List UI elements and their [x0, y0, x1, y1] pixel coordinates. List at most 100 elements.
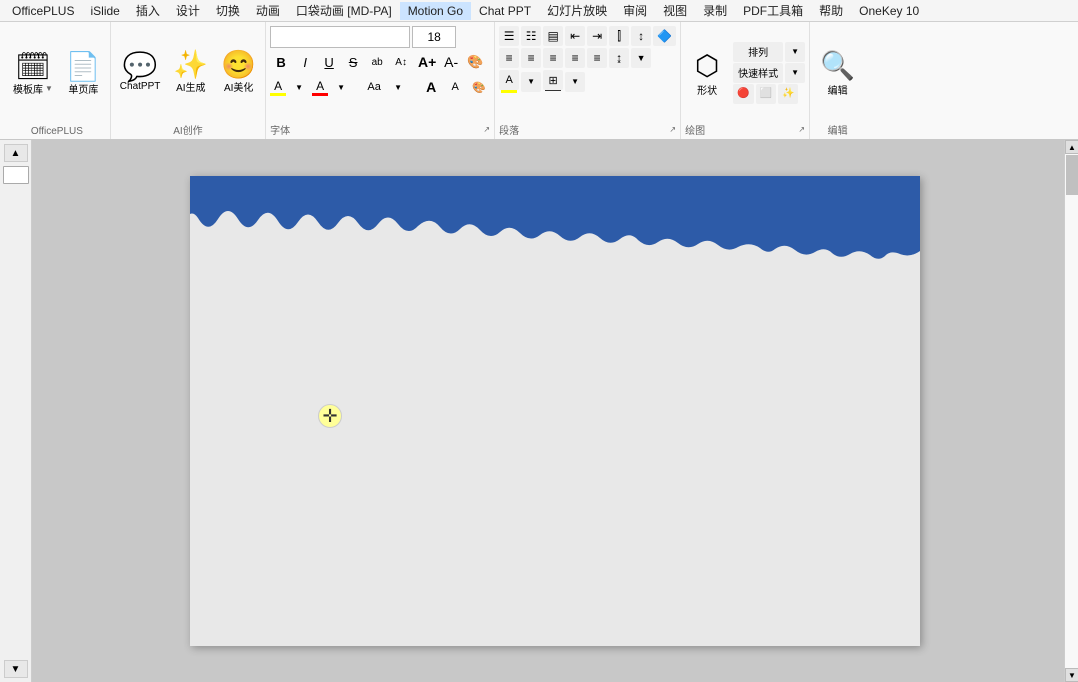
font-size-input[interactable]	[412, 26, 456, 48]
ai-beauty-icon: 😊	[221, 51, 256, 79]
scroll-thumb[interactable]	[1066, 155, 1078, 195]
scroll-down-btn[interactable]: ▼	[1065, 668, 1078, 682]
text-dir-btn[interactable]: ↕	[631, 26, 651, 46]
align-justify-btn[interactable]: ≡	[565, 48, 585, 68]
ai-gen-btn[interactable]: ✨ AI生成	[168, 48, 213, 97]
new-slide-btn[interactable]: 🗓 模板库 ▼	[8, 50, 58, 99]
menu-record[interactable]: 录制	[695, 0, 735, 21]
para-group-title: 段落	[499, 122, 519, 137]
single-page-icon: 📄	[66, 53, 101, 81]
case-btn[interactable]: A↕	[390, 51, 412, 73]
group-officeplus: 🗓 模板库 ▼ 📄 单页库 OfficePLUS	[4, 22, 111, 139]
font-color2-btn[interactable]: 🎨	[468, 76, 490, 98]
bold-btn[interactable]: B	[270, 51, 292, 73]
new-slide-icon: 🗓	[15, 53, 51, 81]
slide-canvas[interactable]: ✛	[190, 176, 920, 646]
menu-islide[interactable]: iSlide	[82, 2, 127, 20]
shape-btn[interactable]: ⬡ 形状	[685, 46, 729, 100]
slide-thumb-1[interactable]	[3, 166, 29, 184]
font-color-dropdown-btn[interactable]: ▼	[330, 76, 352, 98]
font-increase2-btn[interactable]: A	[420, 76, 442, 98]
menu-onekey[interactable]: OneKey 10	[851, 2, 927, 20]
edit-search-icon: 🔍	[820, 49, 855, 82]
menu-pocket-anim[interactable]: 口袋动画 [MD-PA]	[288, 0, 400, 21]
font-decrease2-btn[interactable]: A	[444, 76, 466, 98]
list-bullet-btn[interactable]: ☰	[499, 26, 519, 46]
font-group-expand[interactable]: ↗	[483, 125, 490, 134]
chatppt-btn[interactable]: 💬 ChatPPT	[115, 50, 166, 95]
menu-help[interactable]: 帮助	[811, 0, 851, 21]
highlight-color-group[interactable]: A	[270, 79, 286, 96]
list-multi-btn[interactable]: ▤	[543, 26, 563, 46]
para-more-btn[interactable]: ▼	[631, 48, 651, 68]
shape-outline-btn[interactable]: ⬜	[756, 84, 776, 104]
align-center-btn[interactable]: ≡	[521, 48, 541, 68]
scroll-up-btn[interactable]: ▲	[1065, 140, 1078, 154]
scroll-track	[1065, 154, 1078, 668]
slide-nav: ▲	[4, 144, 28, 162]
ai-gen-icon: ✨	[173, 51, 208, 79]
blue-torn-shape	[190, 176, 920, 296]
font-size-increase-btn[interactable]: A+	[416, 51, 438, 73]
draw-row2: 快速样式 ▼	[733, 63, 805, 83]
font-row1	[270, 26, 456, 48]
char-spacing-btn[interactable]: ab	[366, 51, 388, 73]
align-right-btn[interactable]: ≡	[543, 48, 563, 68]
border-dropdown-btn[interactable]: ▼	[565, 72, 585, 92]
shape-effect-btn[interactable]: ✨	[778, 84, 798, 104]
single-page-btn[interactable]: 📄 单页库	[61, 50, 106, 99]
menu-motion-go[interactable]: Motion Go	[400, 2, 471, 20]
align-left-btn[interactable]: ≡	[499, 48, 519, 68]
menu-design[interactable]: 设计	[168, 0, 208, 21]
quick-style-dropdown-btn[interactable]: ▼	[785, 63, 805, 83]
clear-format-btn[interactable]: 🎨	[464, 51, 486, 73]
slide-up-btn[interactable]: ▲	[4, 144, 28, 162]
smartart-btn[interactable]: 🔷	[653, 26, 676, 46]
shading-dropdown-btn[interactable]: ▼	[521, 72, 541, 92]
menu-officeplus[interactable]: OfficePLUS	[4, 2, 82, 20]
para-row3: A ▼ ⊞ ▼	[499, 70, 585, 93]
border-btn[interactable]: ⊞	[543, 70, 563, 90]
ai-beauty-btn[interactable]: 😊 AI美化	[216, 48, 261, 97]
menu-insert[interactable]: 插入	[128, 0, 168, 21]
indent-increase-btn[interactable]: ⇥	[587, 26, 607, 46]
font-dropdown-btn[interactable]: ▼	[387, 76, 409, 98]
ai-beauty-label: AI美化	[224, 79, 253, 94]
draw-group-expand[interactable]: ↗	[798, 125, 805, 134]
menu-transition[interactable]: 切换	[208, 0, 248, 21]
move-cursor: ✛	[318, 404, 342, 428]
font-color-group[interactable]: A	[312, 79, 328, 96]
indent-decrease-btn[interactable]: ⇤	[565, 26, 585, 46]
chatppt-label: ChatPPT	[120, 81, 161, 92]
ribbon: 🗓 模板库 ▼ 📄 单页库 OfficePLUS �	[0, 22, 1078, 140]
font-size-display-btn[interactable]: Aa	[363, 76, 385, 98]
menu-bar: OfficePLUS iSlide 插入 设计 切换 动画 口袋动画 [MD-P…	[0, 0, 1078, 22]
align-distribute-btn[interactable]: ≡	[587, 48, 607, 68]
strikethrough-btn[interactable]: S	[342, 51, 364, 73]
menu-animation[interactable]: 动画	[248, 0, 288, 21]
para-row2: ≡ ≡ ≡ ≡ ≡ ↨ ▼	[499, 48, 651, 68]
para-row1: ☰ ☷ ▤ ⇤ ⇥ ⫿ ↕ 🔷	[499, 26, 676, 46]
slide-down-btn[interactable]: ▼	[4, 660, 28, 678]
menu-view[interactable]: 视图	[655, 0, 695, 21]
group-ai: 💬 ChatPPT ✨ AI生成 😊 AI美化 AI创作	[111, 22, 266, 139]
shading-btn[interactable]: A	[499, 70, 519, 90]
list-number-btn[interactable]: ☷	[521, 26, 541, 46]
menu-chatppt[interactable]: Chat PPT	[471, 2, 539, 20]
arrange-dropdown-btn[interactable]: ▼	[785, 42, 805, 62]
font-size-decrease-btn[interactable]: A-	[440, 51, 462, 73]
edit-search-btn[interactable]: 🔍 编辑	[815, 46, 860, 100]
columns-btn[interactable]: ⫿	[609, 26, 629, 46]
menu-slideshow[interactable]: 幻灯片放映	[539, 0, 615, 21]
underline-btn[interactable]: U	[318, 51, 340, 73]
arrange-btn[interactable]: 排列	[733, 42, 783, 62]
font-name-input[interactable]	[270, 26, 410, 48]
shape-fill-btn[interactable]: 🔴	[733, 84, 753, 104]
menu-review[interactable]: 审阅	[615, 0, 655, 21]
highlight-dropdown-btn[interactable]: ▼	[288, 76, 310, 98]
quick-style-btn[interactable]: 快速样式	[733, 63, 783, 83]
italic-btn[interactable]: I	[294, 51, 316, 73]
menu-pdf-tools[interactable]: PDF工具箱	[735, 0, 811, 21]
line-spacing-btn[interactable]: ↨	[609, 48, 629, 68]
para-group-expand[interactable]: ↗	[669, 125, 676, 134]
